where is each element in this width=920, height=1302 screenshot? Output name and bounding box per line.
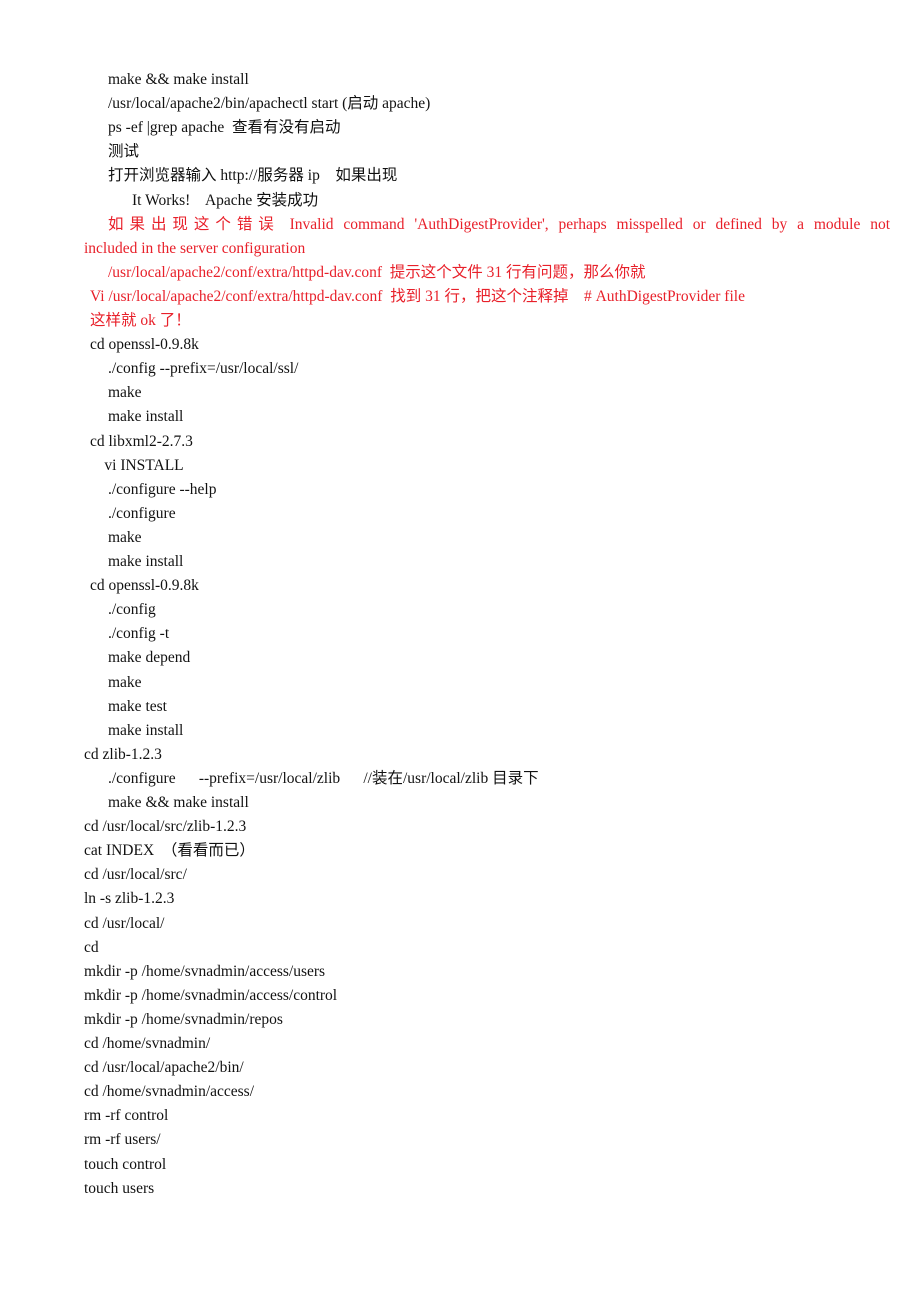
command-line: cd libxml2-2.7.3 bbox=[90, 432, 193, 450]
command-line: 测试 bbox=[108, 143, 140, 161]
note-line: included in the server configuration bbox=[84, 239, 306, 257]
note-line: Vi /usr/local/apache2/conf/extra/httpd-d… bbox=[90, 287, 745, 305]
command-line: make depend bbox=[108, 649, 191, 667]
command-line: cd /usr/local/src/ bbox=[84, 866, 187, 884]
command-line: 打开浏览器输入 http://服务器 ip 如果出现 bbox=[108, 167, 398, 185]
command-line: ps -ef |grep apache 查看有没有启动 bbox=[108, 119, 341, 137]
command-line: cd openssl-0.9.8k bbox=[90, 577, 199, 595]
command-line: ./config --prefix=/usr/local/ssl/ bbox=[108, 360, 299, 378]
command-line: cd /home/svnadmin/ bbox=[84, 1035, 211, 1052]
command-line: make bbox=[108, 673, 142, 691]
command-line: cd zlib-1.2.3 bbox=[84, 745, 162, 763]
command-line: mkdir -p /home/svnadmin/repos bbox=[84, 1010, 283, 1028]
command-line: It Works! Apache 安装成功 bbox=[132, 191, 319, 209]
note-line: /usr/local/apache2/conf/extra/httpd-dav.… bbox=[108, 263, 646, 281]
command-line: mkdir -p /home/svnadmin/access/users bbox=[84, 962, 326, 980]
command-line: vi INSTALL bbox=[104, 456, 184, 474]
command-line: cd bbox=[84, 938, 99, 956]
command-line: cd /usr/local/ bbox=[84, 914, 165, 932]
command-line: cd /home/svnadmin/access/ bbox=[84, 1083, 255, 1101]
command-line: ./config -t bbox=[108, 625, 170, 643]
command-line: make install bbox=[108, 408, 184, 426]
command-line: make && make install bbox=[108, 71, 249, 88]
command-line: ./configure --help bbox=[108, 480, 217, 498]
command-line: ln -s zlib-1.2.3 bbox=[84, 890, 175, 908]
command-line: cd /usr/local/src/zlib-1.2.3 bbox=[84, 818, 247, 836]
command-line: ./configure --prefix=/usr/local/zlib //装… bbox=[108, 769, 539, 787]
command-line: make install bbox=[108, 553, 184, 570]
command-line: make test bbox=[108, 697, 167, 715]
command-line: mkdir -p /home/svnadmin/access/control bbox=[84, 986, 338, 1004]
command-line: touch control bbox=[84, 1155, 167, 1173]
note-line: 这样就 ok 了！ bbox=[90, 312, 191, 329]
command-line: make && make install bbox=[108, 794, 249, 811]
command-line: touch users bbox=[84, 1179, 155, 1197]
command-line: cat INDEX （看看而已） bbox=[84, 842, 255, 860]
command-line: rm -rf users/ bbox=[84, 1131, 161, 1149]
command-line: cd openssl-0.9.8k bbox=[90, 336, 199, 354]
command-line: rm -rf control bbox=[84, 1107, 169, 1125]
note-line: 如果出现这个错误 Invalid command 'AuthDigestProv… bbox=[108, 215, 890, 233]
command-line: cd /usr/local/apache2/bin/ bbox=[84, 1059, 244, 1077]
command-line: ./configure bbox=[108, 504, 176, 522]
command-line: /usr/local/apache2/bin/apachectl start (… bbox=[108, 95, 431, 113]
command-line: make bbox=[108, 384, 142, 402]
command-line: make bbox=[108, 528, 142, 546]
command-line: make install bbox=[108, 721, 184, 739]
command-line: ./config bbox=[108, 601, 156, 619]
